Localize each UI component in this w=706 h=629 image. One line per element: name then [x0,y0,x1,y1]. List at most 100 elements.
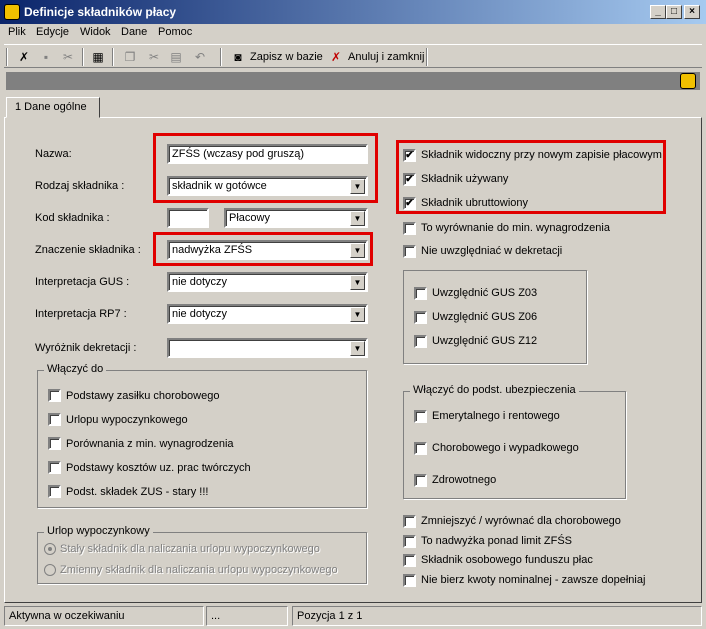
kod-type-value: Płacowy [229,212,270,224]
highlight-box [153,133,378,203]
chk-gus-z12[interactable] [414,335,427,348]
status-mid: ... [206,606,288,626]
chk-zmniejszyc-label: Zmniejszyć / wyrównać dla chorobowego [421,515,621,527]
menu-pomoc[interactable]: Pomoc [158,26,192,38]
chk-chorobowe[interactable] [414,442,427,455]
chk-osobowy-label: Składnik osobowego funduszu płac [421,554,593,566]
chk-porownania[interactable] [48,437,61,450]
chk-porownania-label: Porównania z min. wynagrodzenia [66,438,234,450]
chk-nadwyzka-label: To nadwyżka ponad limit ZFŚS [421,535,573,547]
menu-plik[interactable]: Plik [8,26,26,38]
gus-label: Interpretacja GUS : [35,276,130,288]
copy-icon[interactable]: ❐ [122,49,138,65]
close-button[interactable]: × [684,5,700,19]
chk-nominalna-label: Nie bierz kwoty nominalnej - zawsze dope… [421,574,646,586]
menu-bar: Plik Edycje Widok Dane Pomoc [0,24,706,42]
radio-zmienny[interactable] [44,564,56,576]
delete-record-icon[interactable]: ✗ [16,49,32,65]
status-position: Pozycja 1 z 1 [292,606,702,626]
highlight-box [396,140,666,214]
chk-zdrowotne[interactable] [414,474,427,487]
cut-icon[interactable]: ✂ [146,49,162,65]
toolbar-separator [426,48,428,66]
chk-emerytalne[interactable] [414,410,427,423]
dropdown-arrow-icon[interactable]: ▼ [350,307,365,322]
wlaczyc-title: Włączyć do [44,363,107,375]
menu-widok[interactable]: Widok [80,26,111,38]
urlop-group: Urlop wypoczynkowy [37,525,367,584]
chk-gus-z12-label: Uwzględnić GUS Z12 [432,335,538,347]
radio-dot [48,547,52,551]
maximize-button[interactable]: □ [666,5,682,19]
ubezp-title: Włączyć do podst. ubezpieczenia [410,384,579,396]
save-disk-icon[interactable]: ▪ [38,49,54,65]
dropdown-arrow-icon[interactable]: ▼ [350,211,365,226]
chk-koszty[interactable] [48,461,61,474]
gus-value: nie dotyczy [172,276,228,288]
paste-icon[interactable]: ▤ [168,49,184,65]
chk-zus-label: Podst. składek ZUS - stary !!! [66,486,209,498]
undo-icon[interactable]: ↶ [192,49,208,65]
chk-wyrownanie[interactable] [403,222,416,235]
znaczenie-label: Znaczenie składnika : [35,244,141,256]
chk-wyrownanie-label: To wyrównanie do min. wynagrodzenia [421,222,610,234]
gus-select[interactable]: nie dotyczy ▼ [167,272,368,292]
menu-edycje[interactable]: Edycje [36,26,69,38]
rp7-value: nie dotyczy [172,308,228,320]
chk-dekretacja-label: Nie uwzględniać w dekretacji [421,245,563,257]
urlop-title: Urlop wypoczynkowy [44,525,153,537]
properties-icon[interactable]: ▦ [90,49,106,65]
chk-nadwyzka[interactable] [403,535,416,548]
title-bar: Definicje składników płacy _ □ × [0,0,706,24]
toolbar-separator [6,48,8,66]
cancel-close-button[interactable]: Anuluj i zamknij [348,48,424,66]
kod-input[interactable] [167,208,209,228]
chk-zus[interactable] [48,485,61,498]
chk-zasilek-label: Podstawy zasiłku chorobowego [66,390,220,402]
rp7-select[interactable]: nie dotyczy ▼ [167,304,368,324]
chk-urlop-label: Urlopu wypoczynkowego [66,414,188,426]
chk-osobowy[interactable] [403,554,416,567]
toolbar-separator [220,48,222,66]
menu-dane[interactable]: Dane [121,26,147,38]
save-db-icon: ◙ [234,50,242,64]
minimize-button[interactable]: _ [650,5,666,19]
chk-zmniejszyc[interactable] [403,515,416,528]
chk-emerytalne-label: Emerytalnego i rentowego [432,410,560,422]
wyroznik-label: Wyróżnik dekretacji : [35,342,137,354]
chk-nominalna[interactable] [403,574,416,587]
kod-label: Kod składnika : [35,212,110,224]
chk-zasilek[interactable] [48,389,61,402]
wizard-icon[interactable] [680,73,696,89]
status-state: Aktywna w oczekiwaniu [4,606,204,626]
dropdown-arrow-icon[interactable]: ▼ [350,341,365,356]
nazwa-label: Nazwa: [35,148,72,160]
app-icon [4,4,20,20]
rodzaj-label: Rodzaj składnika : [35,180,125,192]
dropdown-arrow-icon[interactable]: ▼ [350,275,365,290]
chk-gus-z03[interactable] [414,287,427,300]
chk-gus-z06[interactable] [414,311,427,324]
cut-record-icon[interactable]: ✂ [60,49,76,65]
chk-urlop[interactable] [48,413,61,426]
chk-gus-z03-label: Uwzględnić GUS Z03 [432,287,538,299]
chk-koszty-label: Podstawy kosztów uz. prac twórczych [66,462,251,474]
toolbar-separator [82,48,84,66]
wyroznik-select[interactable]: ▼ [167,338,368,358]
rp7-label: Interpretacja RP7 : [35,308,127,320]
cancel-icon: ✗ [330,50,342,64]
toolbar-separator [112,48,114,66]
toolbar: ✗ ▪ ✂ ▦ ❐ ✂ ▤ ↶ ◙ Zapisz w bazie ✗ Anulu… [4,44,702,68]
kod-type-select[interactable]: Płacowy ▼ [224,208,368,228]
chk-chorobowe-label: Chorobowego i wypadkowego [432,442,579,454]
save-button[interactable]: Zapisz w bazie [250,48,323,66]
chk-gus-z06-label: Uwzględnić GUS Z06 [432,311,538,323]
tab-dane-ogolne[interactable]: 1 Dane ogólne [6,97,100,118]
radio-staly[interactable] [44,543,56,555]
header-bar [6,72,700,90]
chk-zdrowotne-label: Zdrowotnego [432,474,497,486]
radio-zmienny-label: Zmienny składnik dla naliczania urlopu w… [60,564,338,576]
highlight-box [153,232,373,266]
radio-staly-label: Stały składnik dla naliczania urlopu wyp… [60,543,320,555]
chk-dekretacja[interactable] [403,245,416,258]
